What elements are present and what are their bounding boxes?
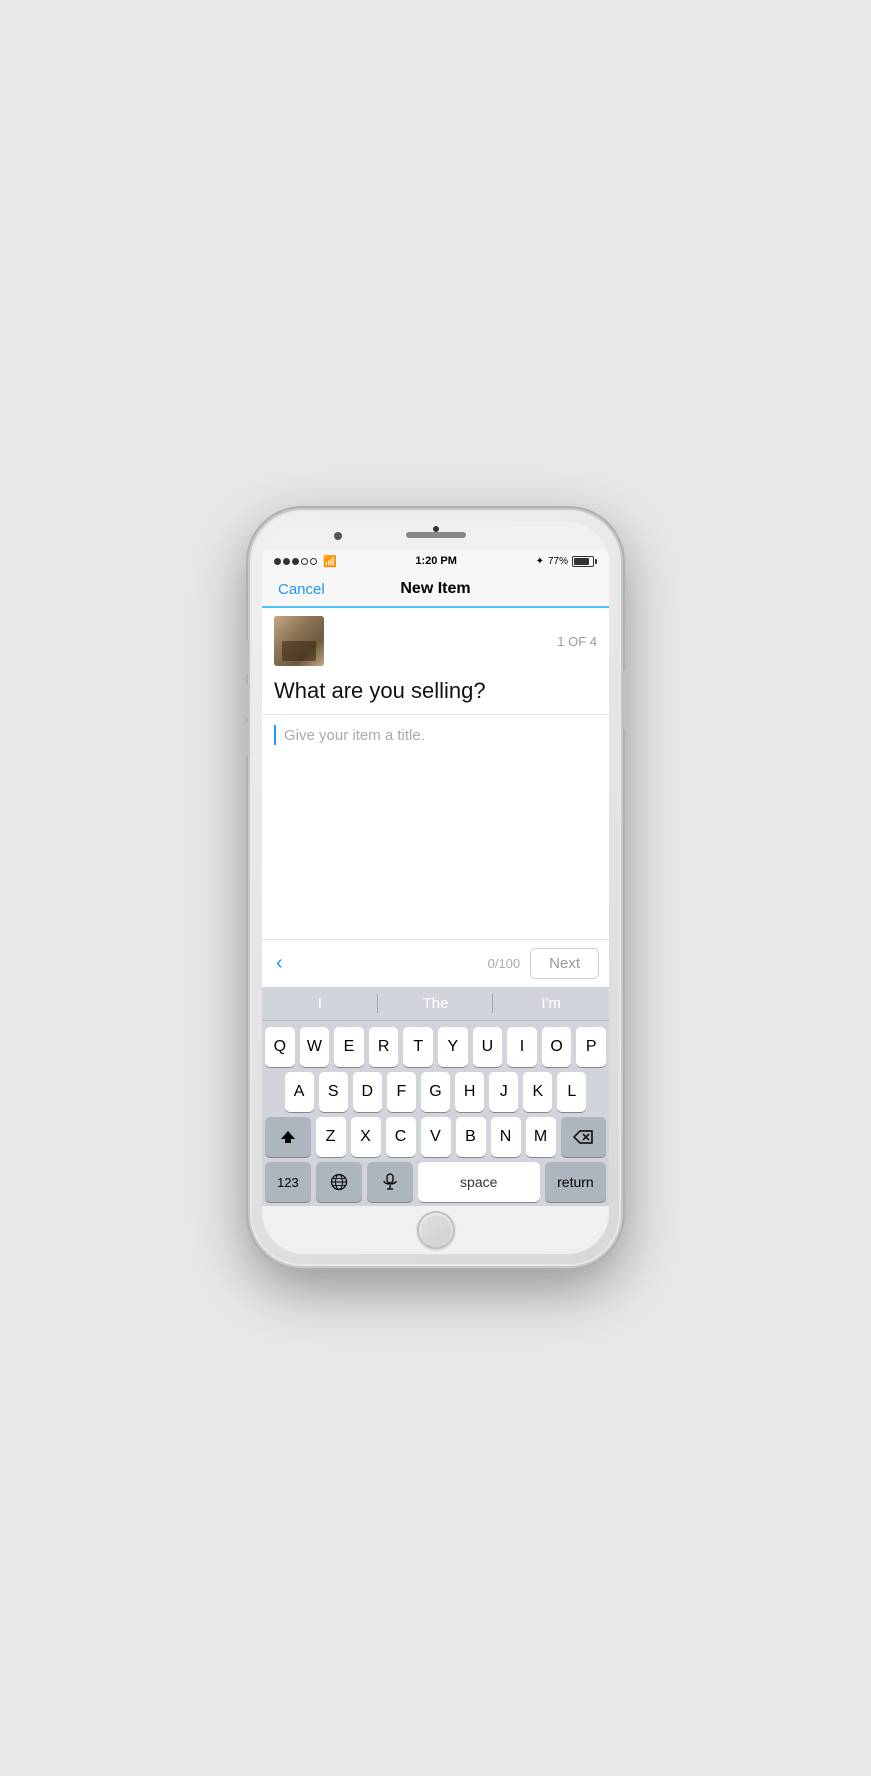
predictive-item-3[interactable]: I'm: [493, 987, 609, 1020]
key-c[interactable]: C: [386, 1117, 416, 1157]
chair-image: [274, 616, 324, 666]
signal-area: 📶: [274, 555, 337, 568]
content-area: 1 OF 4 What are you selling? Give your i…: [262, 608, 609, 1206]
keyboard-row-3: Z X C V B N M: [265, 1117, 606, 1157]
delete-key[interactable]: [561, 1117, 607, 1157]
key-q[interactable]: Q: [265, 1027, 295, 1067]
key-t[interactable]: T: [403, 1027, 433, 1067]
key-g[interactable]: G: [421, 1072, 450, 1112]
globe-icon: [330, 1173, 348, 1191]
status-time: 1:20 PM: [415, 555, 457, 567]
keyboard-row-4: 123: [265, 1162, 606, 1202]
key-p[interactable]: P: [576, 1027, 606, 1067]
space-key[interactable]: space: [418, 1162, 540, 1202]
key-y[interactable]: Y: [438, 1027, 468, 1067]
earpiece-speaker: [406, 532, 466, 538]
microphone-key[interactable]: [367, 1162, 413, 1202]
key-i[interactable]: I: [507, 1027, 537, 1067]
key-k[interactable]: K: [523, 1072, 552, 1112]
key-o[interactable]: O: [542, 1027, 572, 1067]
signal-dot-1: [274, 558, 281, 565]
back-arrow-button[interactable]: ‹: [272, 952, 287, 975]
delete-icon: [573, 1130, 593, 1144]
key-j[interactable]: J: [489, 1072, 518, 1112]
key-r[interactable]: R: [369, 1027, 399, 1067]
numbers-key[interactable]: 123: [265, 1162, 311, 1202]
key-x[interactable]: X: [351, 1117, 381, 1157]
front-camera-lens: [334, 532, 342, 540]
keyboard: Q W E R T Y U I O P A: [262, 1021, 609, 1206]
title-input-area[interactable]: Give your item a title.: [262, 715, 609, 939]
next-button[interactable]: Next: [530, 948, 599, 979]
phone-bottom: [262, 1206, 609, 1254]
key-l[interactable]: L: [557, 1072, 586, 1112]
predictive-item-2[interactable]: The: [378, 987, 494, 1020]
phone-top: [262, 522, 609, 550]
key-a[interactable]: A: [285, 1072, 314, 1112]
text-cursor: [274, 725, 276, 745]
key-z[interactable]: Z: [316, 1117, 346, 1157]
phone-inner: 📶 1:20 PM ✦ 77% Cancel New Ite: [262, 522, 609, 1254]
signal-dots: [274, 558, 317, 565]
key-s[interactable]: S: [319, 1072, 348, 1112]
key-u[interactable]: U: [473, 1027, 503, 1067]
globe-key[interactable]: [316, 1162, 362, 1202]
signal-dot-4: [301, 558, 308, 565]
battery-fill: [574, 558, 589, 565]
step-header: 1 OF 4: [262, 608, 609, 670]
battery-body: [572, 556, 594, 567]
keyboard-row-2: A S D F G H J K L: [265, 1072, 606, 1112]
wifi-icon: 📶: [323, 555, 337, 568]
cancel-button[interactable]: Cancel: [278, 581, 325, 598]
microphone-icon: [383, 1173, 397, 1191]
predictive-item-1[interactable]: I: [262, 987, 378, 1020]
return-key[interactable]: return: [545, 1162, 606, 1202]
signal-dot-2: [283, 558, 290, 565]
bluetooth-icon: ✦: [536, 556, 544, 567]
battery-tip: [595, 559, 597, 564]
home-button[interactable]: [417, 1211, 455, 1249]
status-right-area: ✦ 77%: [536, 556, 597, 567]
step-counter: 1 OF 4: [557, 634, 597, 649]
key-n[interactable]: N: [491, 1117, 521, 1157]
battery-icon: [572, 556, 597, 567]
key-e[interactable]: E: [334, 1027, 364, 1067]
char-count: 0/100: [488, 956, 521, 971]
shift-arrow-icon: [280, 1129, 296, 1145]
navigation-bar: Cancel New Item: [262, 572, 609, 608]
shift-key[interactable]: [265, 1117, 311, 1157]
status-bar: 📶 1:20 PM ✦ 77%: [262, 550, 609, 572]
key-b[interactable]: B: [456, 1117, 486, 1157]
signal-dot-5: [310, 558, 317, 565]
key-v[interactable]: V: [421, 1117, 451, 1157]
battery-percentage: 77%: [548, 556, 568, 567]
key-m[interactable]: M: [526, 1117, 556, 1157]
question-text: What are you selling?: [262, 670, 609, 715]
screen: 📶 1:20 PM ✦ 77% Cancel New Ite: [262, 550, 609, 1206]
item-thumbnail: [274, 616, 324, 666]
key-d[interactable]: D: [353, 1072, 382, 1112]
input-placeholder: Give your item a title.: [284, 727, 425, 744]
phone-frame: 📶 1:20 PM ✦ 77% Cancel New Ite: [250, 510, 621, 1266]
page-title: New Item: [400, 580, 470, 598]
key-h[interactable]: H: [455, 1072, 484, 1112]
key-w[interactable]: W: [300, 1027, 330, 1067]
keyboard-row-1: Q W E R T Y U I O P: [265, 1027, 606, 1067]
signal-dot-3: [292, 558, 299, 565]
key-f[interactable]: F: [387, 1072, 416, 1112]
predictive-bar: I The I'm: [262, 987, 609, 1021]
input-toolbar: ‹ 0/100 Next: [262, 939, 609, 987]
